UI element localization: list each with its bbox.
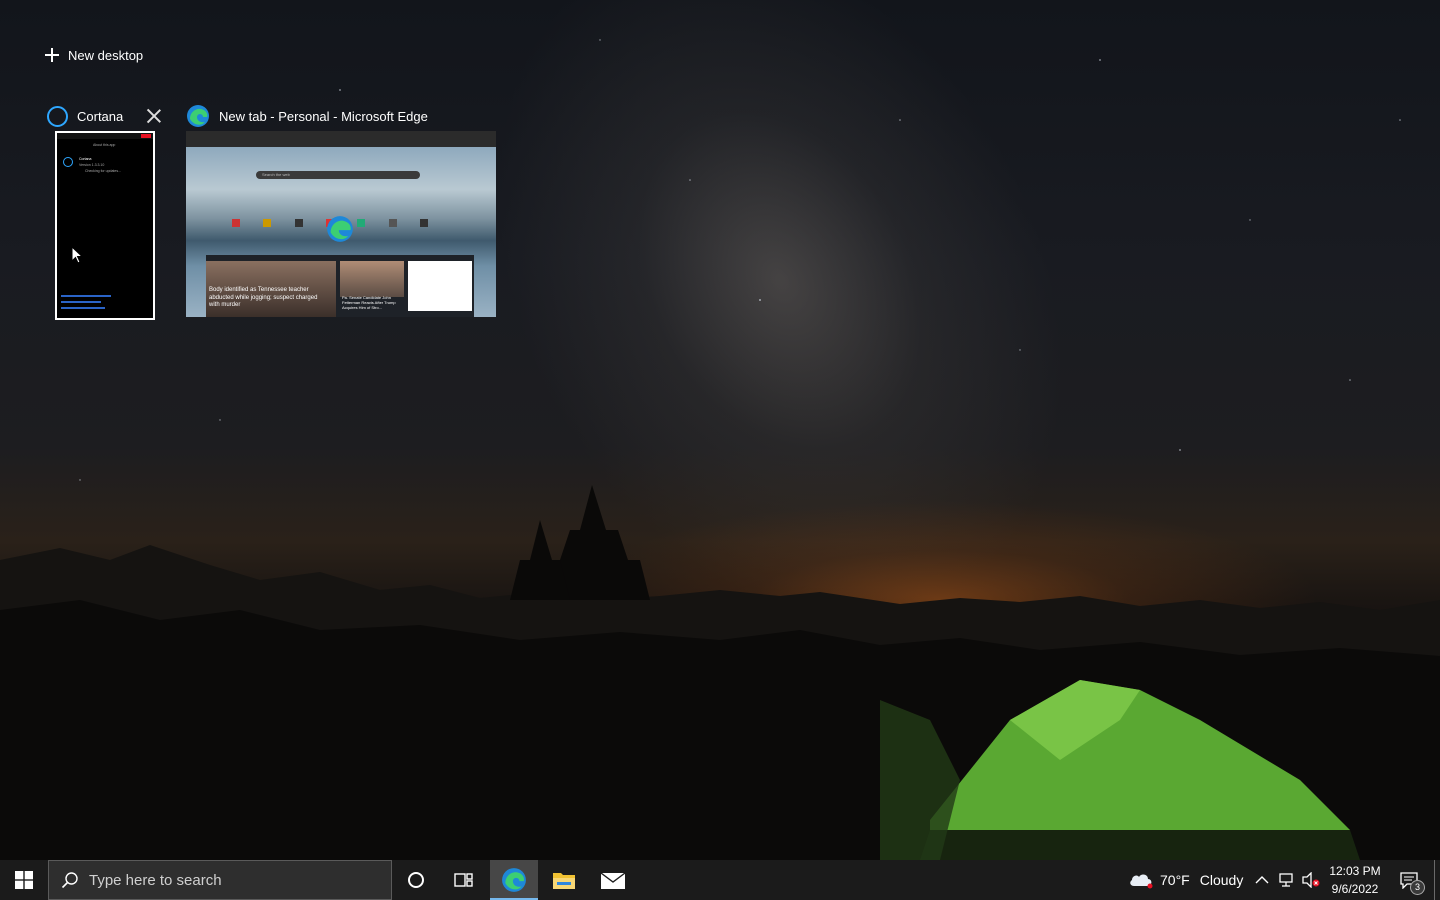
edge-taskbar-button[interactable] bbox=[490, 860, 538, 900]
quick-link-tile bbox=[294, 219, 303, 227]
file-explorer-button[interactable] bbox=[540, 860, 588, 900]
cortana-thumb-app-name: Cortana bbox=[79, 157, 92, 161]
task-view-button[interactable] bbox=[440, 860, 488, 900]
weather-desc: Cloudy bbox=[1199, 872, 1244, 888]
clock[interactable]: 12:03 PM 9/6/2022 bbox=[1320, 862, 1390, 898]
volume-button[interactable] bbox=[1302, 860, 1320, 900]
new-desktop-button[interactable]: New desktop bbox=[44, 43, 143, 67]
quick-link-tile bbox=[419, 219, 428, 227]
quick-link-tile bbox=[388, 219, 397, 227]
plus-icon bbox=[44, 47, 60, 63]
cortana-icon bbox=[47, 106, 68, 127]
weather-widget[interactable]: 70°F Cloudy bbox=[1128, 860, 1243, 900]
news-headline-1: Body identified as Tennessee teacher abd… bbox=[209, 287, 318, 308]
quick-link-tile bbox=[232, 219, 240, 227]
taskbar-search-box[interactable] bbox=[48, 860, 392, 900]
quick-link-tile bbox=[263, 219, 272, 227]
network-icon bbox=[1279, 873, 1293, 887]
weather-temp: 70°F bbox=[1160, 872, 1190, 888]
cortana-window-thumbnail[interactable]: About this app Cortana Version 1.3.3.10 … bbox=[55, 131, 155, 320]
edge-icon bbox=[502, 868, 526, 892]
edge-thumb-tabbar bbox=[186, 131, 496, 147]
cortana-thumb-icon bbox=[63, 157, 73, 167]
edge-thumb-search-text: Search the web bbox=[262, 172, 290, 177]
edge-thumb-news-feed: Body identified as Tennessee teacher abd… bbox=[206, 255, 474, 317]
cortana-thumb-version: Version 1.3.3.10 bbox=[79, 163, 105, 167]
search-input[interactable] bbox=[87, 870, 371, 890]
new-desktop-label: New desktop bbox=[68, 47, 144, 63]
mouse-cursor-icon bbox=[71, 246, 83, 264]
edge-logo-icon bbox=[327, 216, 353, 242]
edge-thumb-search: Search the web bbox=[256, 171, 420, 179]
cortana-thumb-status: Checking for updates... bbox=[85, 169, 121, 173]
quick-link-tile bbox=[357, 219, 366, 227]
show-desktop-button[interactable] bbox=[1434, 860, 1435, 900]
window-title-cortana-label: Cortana bbox=[77, 109, 124, 124]
cortana-circle-icon bbox=[408, 872, 424, 888]
clock-date: 9/6/2022 bbox=[1331, 882, 1379, 896]
cortana-thumb-link bbox=[61, 295, 111, 297]
close-icon[interactable] bbox=[147, 109, 161, 123]
edge-icon bbox=[187, 105, 209, 127]
desktop-wallpaper bbox=[0, 0, 1440, 860]
edge-window-thumbnail[interactable]: Search the web Body identified as Tennes… bbox=[186, 131, 496, 317]
search-icon bbox=[61, 872, 78, 889]
news-card-image-2 bbox=[340, 261, 404, 297]
news-card-ad bbox=[408, 261, 472, 311]
close-button-red bbox=[141, 134, 151, 138]
news-headline-2: Pa. Senate Candidate John Fetterman Reac… bbox=[342, 295, 396, 310]
clock-time: 12:03 PM bbox=[1329, 864, 1381, 878]
chevron-up-icon bbox=[1255, 876, 1269, 884]
window-title-edge[interactable]: New tab - Personal - Microsoft Edge bbox=[186, 104, 428, 128]
volume-muted-icon bbox=[1302, 872, 1320, 888]
taskbar: 70°F Cloudy 12:03 PM 9/6/2022 3 bbox=[0, 860, 1440, 900]
task-view-icon bbox=[454, 873, 473, 887]
window-title-cortana[interactable]: Cortana bbox=[47, 106, 123, 127]
window-title-edge-label: New tab - Personal - Microsoft Edge bbox=[219, 108, 428, 124]
notification-count-badge: 3 bbox=[1410, 880, 1425, 895]
start-button[interactable] bbox=[0, 860, 48, 900]
network-button[interactable] bbox=[1278, 860, 1296, 900]
windows-logo-icon bbox=[15, 871, 33, 889]
cortana-button[interactable] bbox=[392, 860, 440, 900]
cortana-thumb-link bbox=[61, 307, 105, 309]
cloudy-weather-icon bbox=[1130, 874, 1153, 889]
mail-icon bbox=[600, 872, 626, 889]
mail-button[interactable] bbox=[589, 860, 637, 900]
folder-icon bbox=[553, 873, 575, 889]
cortana-thumb-link bbox=[61, 301, 101, 303]
show-hidden-icons-button[interactable] bbox=[1254, 860, 1270, 900]
cortana-thumb-header: About this app bbox=[93, 143, 116, 147]
cortana-thumb-titlebar bbox=[57, 133, 153, 139]
action-center-button[interactable]: 3 bbox=[1396, 860, 1425, 900]
landscape-silhouette bbox=[0, 39, 1440, 860]
